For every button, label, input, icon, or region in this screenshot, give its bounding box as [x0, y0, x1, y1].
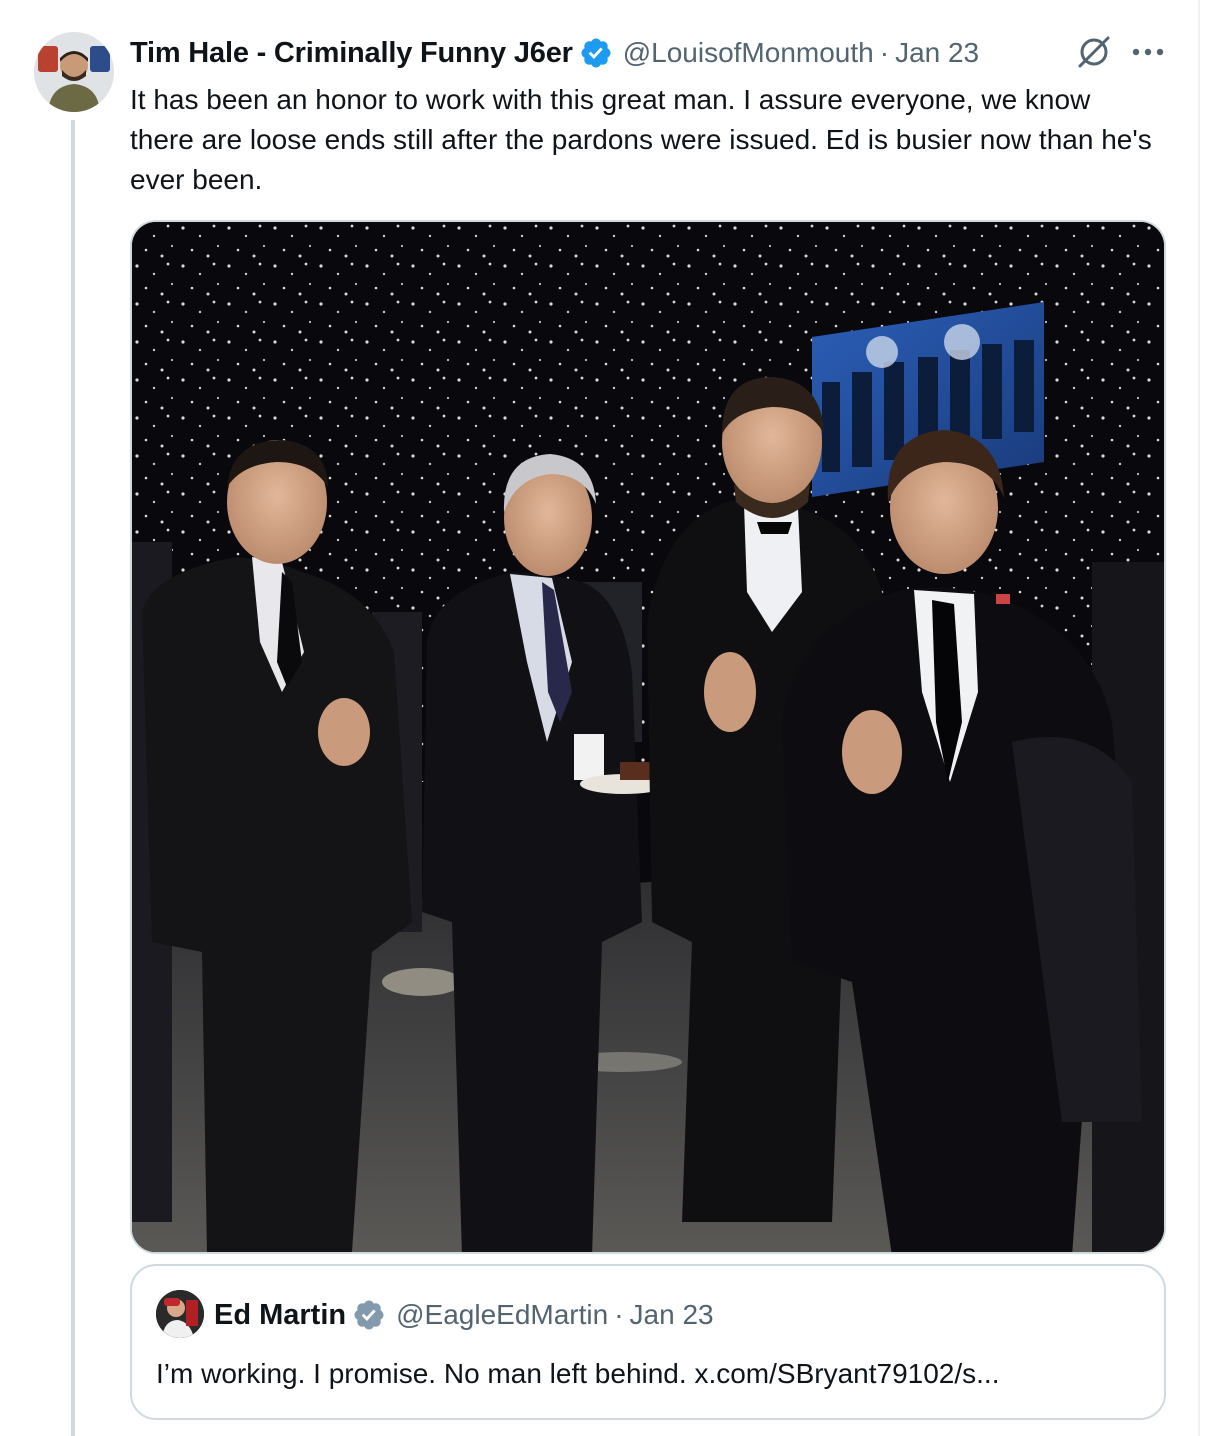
quoted-tweet-text: I’m working. I promise. No man left behi… — [156, 1358, 1000, 1389]
author-name[interactable]: Tim Hale - Criminally Funny J6er — [130, 37, 573, 70]
grok-icon[interactable] — [1074, 34, 1114, 70]
tweet-header: Tim Hale - Criminally Funny J6er @Louiso… — [130, 34, 979, 72]
quoted-author-handle[interactable]: @EagleEdMartin — [396, 1299, 608, 1331]
timeline-divider — [1198, 0, 1200, 1436]
verified-gray-badge-icon[interactable] — [352, 1298, 386, 1332]
thread-line — [71, 120, 75, 1436]
quoted-tweet[interactable]: Ed Martin @EagleEdMartin · Jan 23 I’m wo… — [130, 1264, 1166, 1420]
tweet-photo[interactable] — [130, 220, 1166, 1254]
tweet-text: It has been an honor to work with this g… — [130, 84, 1152, 195]
separator-dot: · — [879, 37, 890, 68]
quoted-author-name[interactable]: Ed Martin — [214, 1299, 346, 1332]
quoted-user-avatar[interactable] — [156, 1290, 204, 1338]
tweet-date[interactable]: Jan 23 — [895, 37, 979, 69]
separator-dot: · — [614, 1299, 624, 1330]
user-avatar[interactable] — [34, 32, 114, 112]
quoted-tweet-header: Ed Martin @EagleEdMartin · Jan 23 — [214, 1294, 714, 1336]
quoted-tweet-date[interactable]: Jan 23 — [630, 1299, 714, 1331]
author-handle[interactable]: @LouisofMonmouth — [623, 37, 874, 69]
verified-badge-icon[interactable] — [579, 36, 613, 70]
more-horizontal-icon[interactable] — [1128, 38, 1168, 66]
